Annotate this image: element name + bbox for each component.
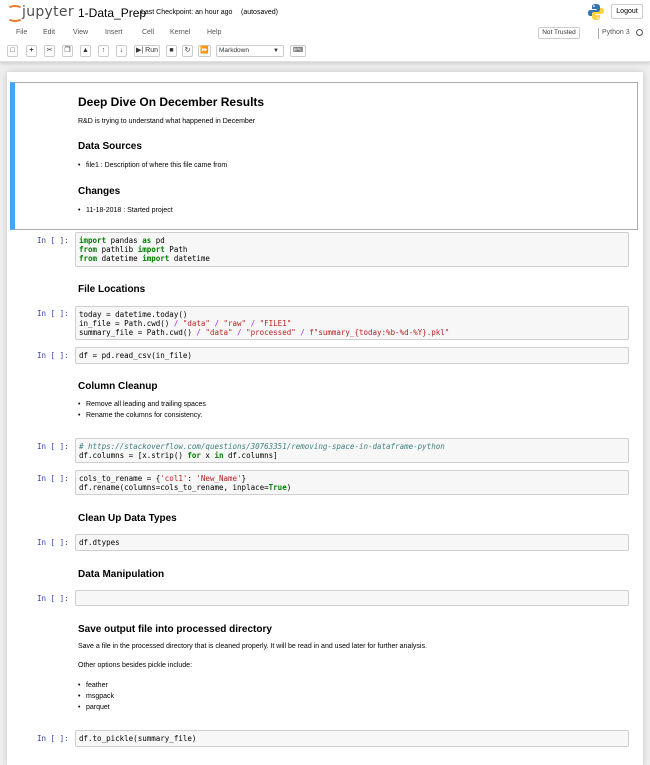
notebook-name[interactable]: 1-Data_Prep	[78, 6, 146, 20]
code-text: import pandas as pd from pathlib import …	[79, 236, 210, 263]
menu-help[interactable]: Help	[207, 29, 221, 36]
data-sources-heading: Data Sources	[78, 141, 142, 152]
save-icon[interactable]: □	[7, 45, 18, 57]
menu-view[interactable]: View	[73, 29, 88, 36]
list-item: file1 : Description of where this file c…	[78, 162, 227, 169]
code-cell-empty[interactable]	[75, 590, 629, 606]
run-label: Run	[145, 47, 158, 54]
not-trusted-button[interactable]: Not Trusted	[538, 27, 580, 39]
code-cell-dtypes[interactable]: df.dtypes	[75, 534, 629, 551]
code-cell-rename[interactable]: cols_to_rename = {'col1': 'New_Name'} df…	[75, 470, 629, 495]
code-cell-paths[interactable]: today = datetime.today() in_file = Path.…	[75, 306, 629, 340]
stop-icon[interactable]: ■	[166, 45, 177, 57]
code-cell-read-csv[interactable]: df = pd.read_csv(in_file)	[75, 347, 629, 364]
code-text: df.to_pickle(summary_file)	[79, 734, 197, 743]
options-paragraph: Other options besides pickle include:	[78, 662, 193, 669]
cut-icon[interactable]: ✂	[44, 45, 55, 57]
notebook-header: jupyter 1-Data_Prep Last Checkpoint: an …	[0, 0, 650, 62]
cell-prompt: In [ ]:	[37, 594, 69, 603]
keyboard-icon[interactable]: ⌨	[290, 45, 306, 57]
code-cell-to-pickle[interactable]: df.to_pickle(summary_file)	[75, 730, 629, 747]
save-paragraph: Save a file in the processed directory t…	[78, 643, 427, 650]
cell-prompt: In [ ]:	[37, 309, 69, 318]
cell-prompt: In [ ]:	[37, 442, 69, 451]
data-manipulation-heading: Data Manipulation	[78, 569, 165, 580]
list-item: Rename the columns for consistency.	[78, 412, 202, 419]
menu-insert[interactable]: Insert	[105, 29, 123, 36]
kernel-name[interactable]: Python 3	[602, 29, 630, 36]
python-logo-icon	[588, 4, 604, 20]
column-cleanup-heading: Column Cleanup	[78, 381, 158, 392]
list-item: 11-18-2018 : Started project	[78, 207, 173, 214]
data-types-heading: Clean Up Data Types	[78, 513, 177, 524]
code-text: cols_to_rename = {'col1': 'New_Name'} df…	[79, 474, 292, 492]
menu-cell[interactable]: Cell	[142, 29, 154, 36]
menu-file[interactable]: File	[16, 29, 27, 36]
code-text: df = pd.read_csv(in_file)	[79, 351, 192, 360]
list-item: Remove all leading and trailing spaces	[78, 401, 206, 408]
paste-icon[interactable]: ▲	[80, 45, 91, 57]
checkpoint-status: Last Checkpoint: an hour ago	[141, 9, 233, 16]
kernel-divider	[598, 28, 599, 39]
jupyter-logo[interactable]: jupyter	[7, 4, 74, 22]
cell-type-select[interactable]: Markdown ▼	[216, 45, 284, 57]
cell-prompt: In [ ]:	[37, 734, 69, 743]
notebook-title: Deep Dive On December Results	[78, 95, 265, 109]
autosave-status: (autosaved)	[241, 9, 278, 16]
run-icon: ▶|	[136, 47, 144, 54]
notebook-container: Deep Dive On December Results R&D is try…	[7, 72, 643, 765]
cell-prompt: In [ ]:	[37, 474, 69, 483]
changes-heading: Changes	[78, 186, 121, 197]
list-item: feather	[78, 682, 108, 689]
move-down-icon[interactable]: ↓	[116, 45, 127, 57]
file-locations-heading: File Locations	[78, 284, 146, 295]
insert-cell-icon[interactable]: +	[26, 45, 37, 57]
cell-prompt: In [ ]:	[37, 538, 69, 547]
cell-prompt: In [ ]:	[37, 351, 69, 360]
list-item: parquet	[78, 704, 110, 711]
cell-type-value: Markdown	[219, 47, 249, 54]
list-item: msgpack	[78, 693, 114, 700]
run-button[interactable]: ▶| Run	[134, 45, 160, 57]
cell-prompt: In [ ]:	[37, 236, 69, 245]
menu-kernel[interactable]: Kernel	[170, 29, 190, 36]
kernel-idle-icon	[636, 29, 643, 36]
jupyter-logo-text: jupyter	[22, 4, 74, 20]
save-output-heading: Save output file into processed director…	[78, 624, 272, 635]
code-text: today = datetime.today() in_file = Path.…	[79, 310, 450, 337]
move-up-icon[interactable]: ↑	[98, 45, 109, 57]
restart-icon[interactable]: ↻	[182, 45, 193, 57]
menu-edit[interactable]: Edit	[43, 29, 55, 36]
jupyter-logo-icon	[7, 5, 23, 22]
logout-button[interactable]: Logout	[611, 4, 643, 19]
code-cell-strip-columns[interactable]: # https://stackoverflow.com/questions/30…	[75, 438, 629, 463]
intro-paragraph: R&D is trying to understand what happene…	[78, 118, 256, 125]
restart-run-all-icon[interactable]: ⏩	[198, 45, 211, 57]
code-text: # https://stackoverflow.com/questions/30…	[79, 442, 445, 460]
chevron-down-icon: ▼	[273, 48, 279, 54]
copy-icon[interactable]: ❐	[62, 45, 73, 57]
code-text: df.dtypes	[79, 538, 120, 547]
code-cell-imports[interactable]: import pandas as pd from pathlib import …	[75, 232, 629, 267]
